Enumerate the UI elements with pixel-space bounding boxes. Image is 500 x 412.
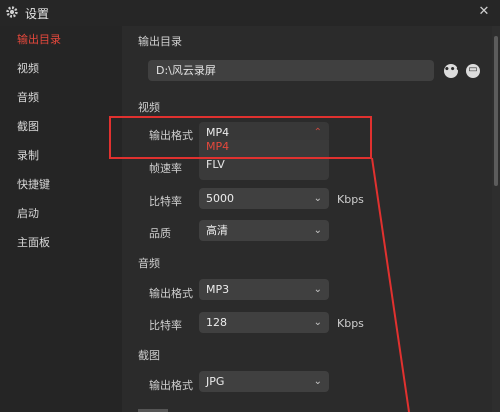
video-bitrate-label: 比特率 — [149, 195, 182, 208]
sidebar-item-startup[interactable]: 启动 — [0, 200, 122, 228]
close-icon[interactable]: ✕ — [476, 4, 492, 20]
chevron-down-icon: ⌄ — [313, 193, 322, 204]
sidebar-item-hotkeys[interactable]: 快捷键 — [0, 171, 122, 199]
sidebar-item-record[interactable]: 录制 — [0, 142, 122, 170]
audio-bitrate-select[interactable]: 128 ⌄ — [199, 312, 329, 333]
video-bitrate-value: 5000 — [206, 192, 234, 205]
screenshot-format-value: JPG — [206, 375, 225, 388]
audio-bitrate-value: 128 — [206, 316, 227, 329]
next-section-title-clipped — [138, 404, 168, 412]
gear-icon — [6, 6, 18, 18]
sidebar-item-output-dir[interactable]: 输出目录 — [0, 26, 122, 54]
audio-section-title: 音频 — [138, 257, 160, 270]
audio-format-value: MP3 — [206, 283, 230, 296]
more-options-button[interactable]: ••• — [444, 64, 461, 78]
audio-format-select[interactable]: MP3 ⌄ — [199, 279, 329, 300]
quality-select[interactable]: 高清 ⌄ — [199, 220, 329, 241]
screenshot-format-label: 输出格式 — [149, 379, 193, 392]
sidebar-item-main-panel[interactable]: 主面板 — [0, 229, 122, 257]
chevron-down-icon: ⌄ — [313, 225, 322, 236]
fps-label: 帧速率 — [149, 162, 182, 175]
quality-value: 高清 — [206, 224, 228, 237]
output-dir-section-title: 输出目录 — [138, 35, 182, 48]
video-format-option-flv[interactable]: FLV — [206, 158, 225, 171]
output-path-field[interactable]: D:\风云录屏 — [148, 60, 434, 81]
window-title: 设置 — [25, 7, 50, 21]
chevron-down-icon: ⌄ — [313, 284, 322, 295]
settings-content: 输出目录 D:\风云录屏 ••• ▭ 视频 输出格式 MP4 ⌃ MP4 FLV… — [122, 26, 492, 412]
sidebar-item-video[interactable]: 视频 — [0, 55, 122, 83]
scrollbar-thumb[interactable] — [494, 36, 498, 186]
quality-label: 品质 — [149, 227, 171, 240]
sidebar-item-audio[interactable]: 音频 — [0, 84, 122, 112]
chevron-down-icon: ⌄ — [313, 376, 322, 387]
screenshot-section-title: 截图 — [138, 349, 160, 362]
audio-format-label: 输出格式 — [149, 287, 193, 300]
video-bitrate-unit: Kbps — [337, 193, 364, 206]
title-bar: 设置 ✕ — [0, 0, 500, 26]
video-bitrate-select[interactable]: 5000 ⌄ — [199, 188, 329, 209]
open-folder-button[interactable]: ▭ — [466, 64, 480, 78]
audio-bitrate-unit: Kbps — [337, 317, 364, 330]
chevron-down-icon: ⌄ — [313, 317, 322, 328]
video-section-title: 视频 — [138, 101, 160, 114]
screenshot-format-select[interactable]: JPG ⌄ — [199, 371, 329, 392]
sidebar-item-screenshot[interactable]: 截图 — [0, 113, 122, 141]
sidebar: 输出目录 视频 音频 截图 录制 快捷键 启动 主面板 — [0, 26, 122, 412]
scrollbar[interactable] — [492, 26, 500, 412]
annotation-highlight-box — [109, 116, 372, 159]
audio-bitrate-label: 比特率 — [149, 319, 182, 332]
